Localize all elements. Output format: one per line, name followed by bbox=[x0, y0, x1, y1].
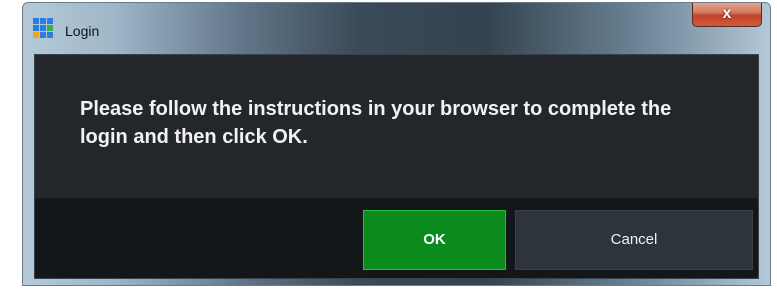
close-button[interactable]: x bbox=[692, 3, 762, 27]
dialog-body: Please follow the instructions in your b… bbox=[34, 54, 759, 279]
login-window: Login x Please follow the instructions i… bbox=[22, 2, 771, 286]
close-icon: x bbox=[722, 5, 732, 22]
window-title: Login bbox=[65, 23, 100, 39]
instruction-message: Please follow the instructions in your b… bbox=[80, 98, 672, 148]
cancel-button[interactable]: Cancel bbox=[515, 210, 753, 270]
title-bar[interactable]: Login x bbox=[23, 3, 770, 43]
button-bar: OK Cancel bbox=[35, 198, 758, 278]
app-grid-icon bbox=[33, 18, 53, 38]
ok-button[interactable]: OK bbox=[363, 210, 506, 270]
